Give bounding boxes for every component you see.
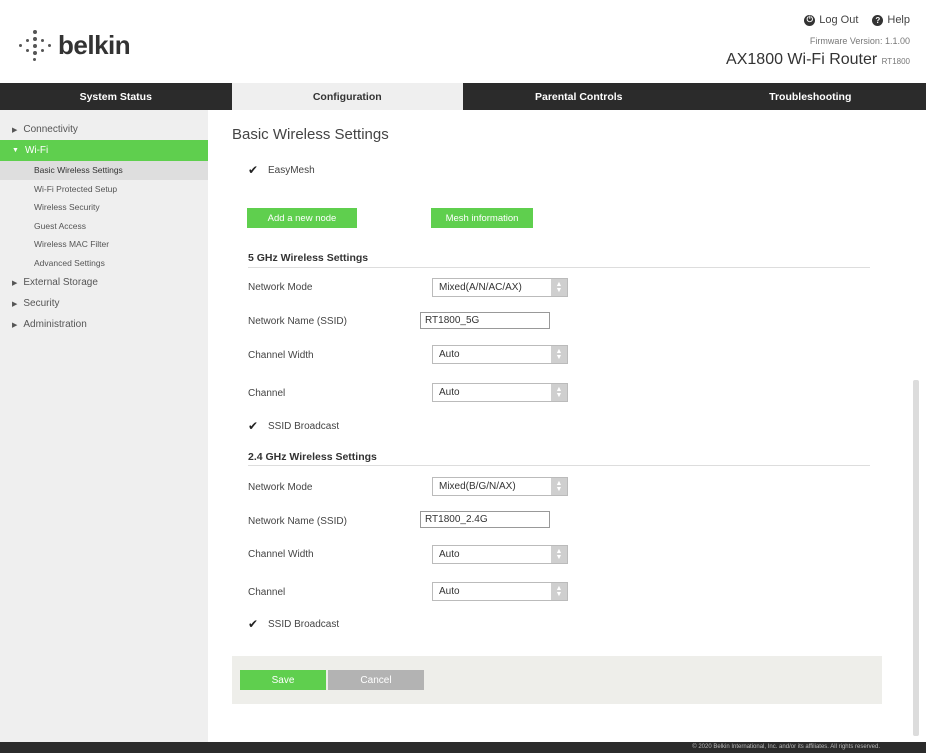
select-value: Auto bbox=[439, 349, 460, 360]
sidebar-sub-advanced[interactable]: Advanced Settings bbox=[0, 254, 208, 273]
brand-name: belkin bbox=[58, 29, 131, 60]
sidebar: ▶ Connectivity ▼ Wi-Fi Basic Wireless Se… bbox=[0, 110, 208, 742]
sidebar-item-label: Administration bbox=[23, 319, 87, 330]
network-mode-24g-select[interactable]: Mixed(B/G/N/AX) ▲ ▼ bbox=[432, 477, 568, 496]
tab-troubleshooting[interactable]: Troubleshooting bbox=[695, 83, 926, 110]
channel-width-5g-select[interactable]: Auto ▲ ▼ bbox=[432, 345, 568, 364]
chevron-right-icon: ▶ bbox=[12, 321, 18, 329]
checkmark-icon: ✔ bbox=[248, 419, 259, 433]
sidebar-item-label: Wi-Fi bbox=[24, 145, 49, 156]
sidebar-sub-wireless-security[interactable]: Wireless Security bbox=[0, 198, 208, 217]
section-24ghz-title: 2.4 GHz Wireless Settings bbox=[248, 451, 377, 463]
save-button[interactable]: Save bbox=[240, 670, 326, 690]
divider bbox=[248, 465, 870, 466]
add-node-button[interactable]: Add a new node bbox=[247, 208, 357, 228]
sidebar-sub-mac-filter[interactable]: Wireless MAC Filter bbox=[0, 235, 208, 254]
network-mode-5g-label: Network Mode bbox=[248, 282, 313, 293]
sidebar-item-connectivity[interactable]: ▶ Connectivity bbox=[0, 119, 208, 140]
sidebar-item-administration[interactable]: ▶ Administration bbox=[0, 314, 208, 335]
header: belkin ⏻ Log Out ? Help Firmware Version… bbox=[0, 0, 926, 82]
ssid-broadcast-5g-label: SSID Broadcast bbox=[268, 420, 340, 432]
select-arrows-icon: ▲ ▼ bbox=[551, 279, 567, 296]
belkin-logo[interactable]: belkin bbox=[18, 28, 131, 62]
top-links: ⏻ Log Out ? Help bbox=[804, 14, 910, 26]
power-icon: ⏻ bbox=[804, 14, 816, 26]
sidebar-item-external-storage[interactable]: ▶ External Storage bbox=[0, 272, 208, 293]
model-code: RT1800 bbox=[881, 57, 910, 66]
cancel-button[interactable]: Cancel bbox=[328, 670, 424, 690]
network-mode-5g-select[interactable]: Mixed(A/N/AC/AX) ▲ ▼ bbox=[432, 278, 568, 297]
scrollbar-thumb[interactable] bbox=[913, 380, 919, 736]
tab-system-status[interactable]: System Status bbox=[0, 83, 232, 110]
chevron-down-icon: ▼ bbox=[12, 147, 19, 154]
chevron-right-icon: ▶ bbox=[12, 126, 18, 134]
channel-5g-select[interactable]: Auto ▲ ▼ bbox=[432, 383, 568, 402]
tab-parental-controls[interactable]: Parental Controls bbox=[463, 83, 695, 110]
sidebar-sub-wps[interactable]: Wi-Fi Protected Setup bbox=[0, 180, 208, 199]
firmware-label: Firmware Version: bbox=[809, 36, 883, 46]
checkmark-icon: ✔ bbox=[248, 163, 259, 177]
firmware-value: 1.1.00 bbox=[884, 36, 910, 46]
router-model: AX1800 Wi-Fi Router RT1800 bbox=[726, 51, 910, 69]
channel-width-24g-label: Channel Width bbox=[248, 549, 314, 560]
easymesh-checkbox[interactable]: ✔ EasyMesh bbox=[248, 164, 315, 176]
checkmark-icon: ✔ bbox=[248, 617, 259, 631]
channel-5g-label: Channel bbox=[248, 388, 286, 399]
help-icon: ? bbox=[872, 14, 884, 26]
easymesh-label: EasyMesh bbox=[268, 164, 315, 176]
select-arrows-icon: ▲ ▼ bbox=[551, 478, 567, 495]
model-name: AX1800 Wi-Fi Router bbox=[726, 51, 878, 68]
select-arrows-icon: ▲ ▼ bbox=[551, 346, 567, 363]
tab-configuration[interactable]: Configuration bbox=[231, 83, 463, 110]
network-mode-24g-label: Network Mode bbox=[248, 482, 313, 493]
logout-link[interactable]: ⏻ Log Out bbox=[804, 14, 858, 26]
section-5ghz-title: 5 GHz Wireless Settings bbox=[248, 252, 369, 264]
main-tabs: System Status Configuration Parental Con… bbox=[0, 83, 926, 110]
mesh-information-button[interactable]: Mesh information bbox=[431, 208, 533, 228]
sidebar-item-label: Connectivity bbox=[23, 124, 78, 135]
footer-copyright: © 2020 Belkin International, Inc. and/or… bbox=[0, 742, 926, 753]
sidebar-item-wifi[interactable]: ▼ Wi-Fi bbox=[0, 140, 208, 161]
ssid-5g-input[interactable]: RT1800_5G bbox=[420, 312, 550, 329]
page-title: Basic Wireless Settings bbox=[232, 126, 389, 143]
channel-width-24g-select[interactable]: Auto ▲ ▼ bbox=[432, 545, 568, 564]
channel-24g-select[interactable]: Auto ▲ ▼ bbox=[432, 582, 568, 601]
select-value: Mixed(B/G/N/AX) bbox=[439, 481, 516, 492]
ssid-broadcast-24g-label: SSID Broadcast bbox=[268, 618, 340, 630]
channel-width-5g-label: Channel Width bbox=[248, 350, 314, 361]
ssid-24g-label: Network Name (SSID) bbox=[248, 516, 347, 527]
sidebar-item-label: Security bbox=[23, 298, 60, 309]
select-arrows-icon: ▲ ▼ bbox=[551, 583, 567, 600]
select-value: Auto bbox=[439, 549, 460, 560]
divider bbox=[248, 267, 870, 268]
logout-label: Log Out bbox=[819, 14, 859, 26]
help-link[interactable]: ? Help bbox=[872, 14, 910, 26]
select-arrows-icon: ▲ ▼ bbox=[551, 384, 567, 401]
belkin-logo-icon bbox=[18, 28, 52, 62]
help-label: Help bbox=[887, 14, 910, 26]
firmware-version: Firmware Version: 1.1.00 bbox=[810, 36, 910, 46]
sidebar-item-security[interactable]: ▶ Security bbox=[0, 293, 208, 314]
ssid-broadcast-24g-checkbox[interactable]: ✔ SSID Broadcast bbox=[248, 618, 339, 630]
select-value: Auto bbox=[439, 586, 460, 597]
chevron-right-icon: ▶ bbox=[12, 279, 18, 287]
ssid-24g-input[interactable]: RT1800_2.4G bbox=[420, 511, 550, 528]
select-value: Mixed(A/N/AC/AX) bbox=[439, 282, 522, 293]
sidebar-item-label: External Storage bbox=[23, 277, 98, 288]
select-value: Auto bbox=[439, 387, 460, 398]
sidebar-sub-guest-access[interactable]: Guest Access bbox=[0, 217, 208, 236]
ssid-broadcast-5g-checkbox[interactable]: ✔ SSID Broadcast bbox=[248, 420, 339, 432]
scrollbar[interactable] bbox=[913, 116, 919, 736]
ssid-5g-label: Network Name (SSID) bbox=[248, 316, 347, 327]
chevron-right-icon: ▶ bbox=[12, 300, 18, 308]
select-arrows-icon: ▲ ▼ bbox=[551, 546, 567, 563]
channel-24g-label: Channel bbox=[248, 587, 286, 598]
sidebar-sub-basic-wireless[interactable]: Basic Wireless Settings bbox=[0, 161, 208, 180]
